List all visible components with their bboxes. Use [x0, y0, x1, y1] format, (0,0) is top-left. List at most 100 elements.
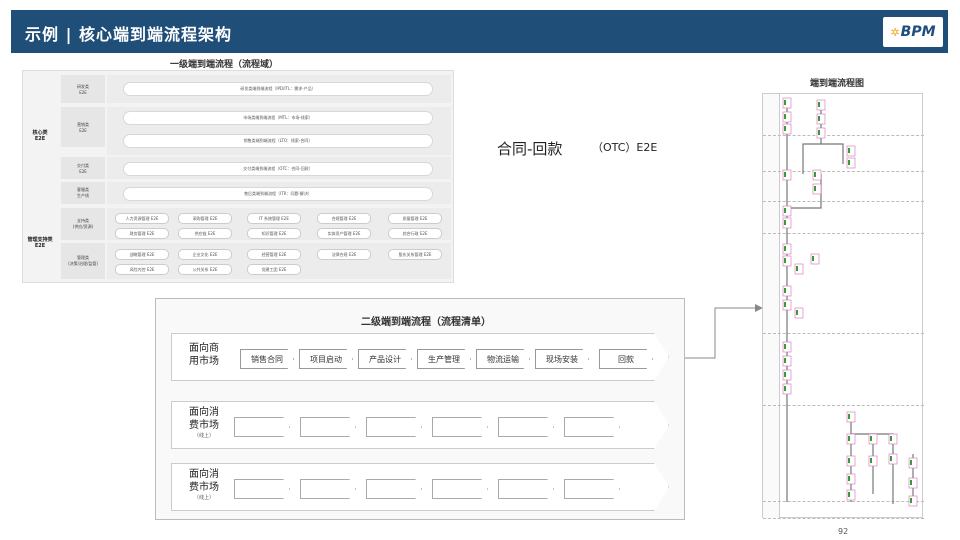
row-note: （线上） — [193, 433, 214, 439]
flow-node-marker — [848, 414, 850, 419]
row-label: 面向消 费市场 （线上） — [184, 406, 224, 440]
process-step — [498, 417, 554, 437]
support-chip: 采购管理 E2E — [178, 213, 232, 224]
level1-diagram: 核心类 E2E 管理支持类 E2E 研发类 E2E 营销类 E2E 交付类 E2E 客服类… — [22, 70, 454, 283]
header-bar: 示例 | 核心端到端流程架构 ✲ BPM — [11, 10, 948, 53]
otc-sub-label: （OTC）E2E — [592, 141, 658, 154]
row-label: 面向消 费市场 （线上） — [184, 468, 224, 502]
process-step — [234, 417, 290, 437]
category-label: 营销类 E2E — [61, 107, 105, 147]
otc-main-label: 合同-回款 — [497, 140, 563, 158]
process-step: 项目启动 — [299, 349, 353, 369]
row-note: （线上） — [193, 495, 214, 501]
category-label: 交付类 E2E — [61, 157, 105, 179]
support-chip: 综合行政 E2E — [388, 228, 442, 239]
flow-node-marker — [796, 266, 798, 271]
process-step: 产品设计 — [358, 349, 412, 369]
bpm-logo: ✲ BPM — [883, 17, 943, 47]
mgmt-chip: 战略管理 E2E — [115, 249, 169, 260]
support-chip: 合规管理 E2E — [317, 213, 371, 224]
process-step: 回款 — [599, 349, 653, 369]
support-chip: 供应链 E2E — [178, 228, 232, 239]
process-step — [300, 479, 356, 499]
level1-title: 一级端到端流程（流程域） — [170, 60, 279, 70]
flow-node-marker — [784, 100, 786, 105]
process-step — [366, 479, 422, 499]
flow-node-marker — [890, 436, 892, 441]
flow-node-marker — [818, 102, 820, 107]
process-step — [300, 417, 356, 437]
row-label: 面向商 用市场 — [189, 343, 219, 367]
flow-map-title: 端到端流程图 — [810, 79, 865, 89]
mgmt-chip: 公共关系 E2E — [178, 264, 232, 275]
mgmt-chip: 股东关系管理 E2E — [388, 249, 442, 260]
flow-node-marker — [890, 456, 892, 461]
flow-map — [762, 93, 924, 519]
flow-connector — [851, 433, 894, 504]
flow-node-marker — [784, 246, 786, 251]
flow-node-marker — [818, 116, 820, 121]
support-chip: 人力资源管理 E2E — [115, 213, 169, 224]
flow-node-marker — [814, 172, 816, 177]
flow-node-marker — [910, 460, 912, 465]
process-step — [498, 479, 554, 499]
core-flow-pill: 交付类端到端流程（OTC：合同-回款） — [123, 162, 433, 176]
flow-node-marker — [910, 480, 912, 485]
flow-node-marker — [784, 288, 786, 293]
mgmt-chip: 风险内控 E2E — [115, 264, 169, 275]
logo-text: BPM — [900, 24, 936, 40]
flow-node-marker — [848, 148, 850, 153]
support-chip: IT 系统管理 E2E — [247, 213, 301, 224]
core-flow-pill: 销售类端到端流程（LTO：线索-合同） — [123, 134, 433, 148]
flow-node-marker — [870, 436, 872, 441]
level2-panel: 二级端到端流程（流程清单） 面向商 用市场 销售合同 项目启动 产品设计 生产管理 物流运… — [155, 298, 685, 520]
flow-node-marker — [848, 492, 850, 497]
process-step — [234, 479, 290, 499]
process-step: 生产管理 — [417, 349, 471, 369]
level2-title: 二级端到端流程（流程清单） — [361, 317, 491, 328]
process-step — [432, 479, 488, 499]
flow-node-marker — [848, 160, 850, 165]
mgmt-chip: 经营管理 E2E — [247, 249, 301, 260]
support-chip: 实体资产管理 E2E — [317, 228, 371, 239]
flow-node-marker — [784, 172, 786, 177]
process-step — [564, 479, 620, 499]
process-step — [564, 417, 620, 437]
process-row: 面向商 用市场 销售合同 项目启动 产品设计 生产管理 物流运输 现场安装 回款 — [171, 333, 669, 381]
flow-node-marker — [814, 186, 816, 191]
mgmt-chip: 企业文化 E2E — [178, 249, 232, 260]
flow-node-marker — [910, 498, 912, 503]
flow-node-marker — [784, 220, 786, 225]
flow-node-marker — [870, 458, 872, 463]
category-label: 支持类 (供应/资源) — [61, 208, 105, 240]
process-step: 销售合同 — [240, 349, 294, 369]
flow-node-marker — [796, 310, 798, 315]
flow-node-marker — [784, 358, 786, 363]
page-number: 92 — [838, 527, 849, 536]
flow-connector — [821, 143, 844, 164]
core-flow-pill: 售后类端到端流程（ITR：问题-解决） — [123, 187, 433, 201]
flow-node-marker — [784, 208, 786, 213]
process-row: 面向消 费市场 （线上） — [171, 401, 669, 449]
flow-node-marker — [848, 458, 850, 463]
flow-node-marker — [812, 256, 814, 261]
category-label: 客服类 生产线 — [61, 182, 105, 204]
process-step: 物流运输 — [476, 349, 530, 369]
flow-node-marker — [818, 130, 820, 135]
flow-node-marker — [784, 386, 786, 391]
flow-node-marker — [848, 476, 850, 481]
connector-arrow — [685, 304, 763, 359]
support-chip: 知识管理 E2E — [247, 228, 301, 239]
flow-node-marker — [784, 372, 786, 377]
flow-node-marker — [784, 126, 786, 131]
process-step — [432, 417, 488, 437]
support-chip: 财务管理 E2E — [115, 228, 169, 239]
page-title: 示例 | 核心端到端流程架构 — [25, 25, 232, 44]
category-label: 研发类 E2E — [61, 75, 105, 103]
core-label: 核心类 E2E — [32, 130, 48, 142]
category-label: 管理类 (决策/治理/监管) — [61, 243, 105, 279]
flow-node-marker — [784, 344, 786, 349]
flow-node-marker — [784, 302, 786, 307]
mgmt-chip: 党建工团 E2E — [247, 264, 301, 275]
core-flow-pill: 市场类端到端流程（MTL：市场-线索） — [123, 111, 433, 125]
